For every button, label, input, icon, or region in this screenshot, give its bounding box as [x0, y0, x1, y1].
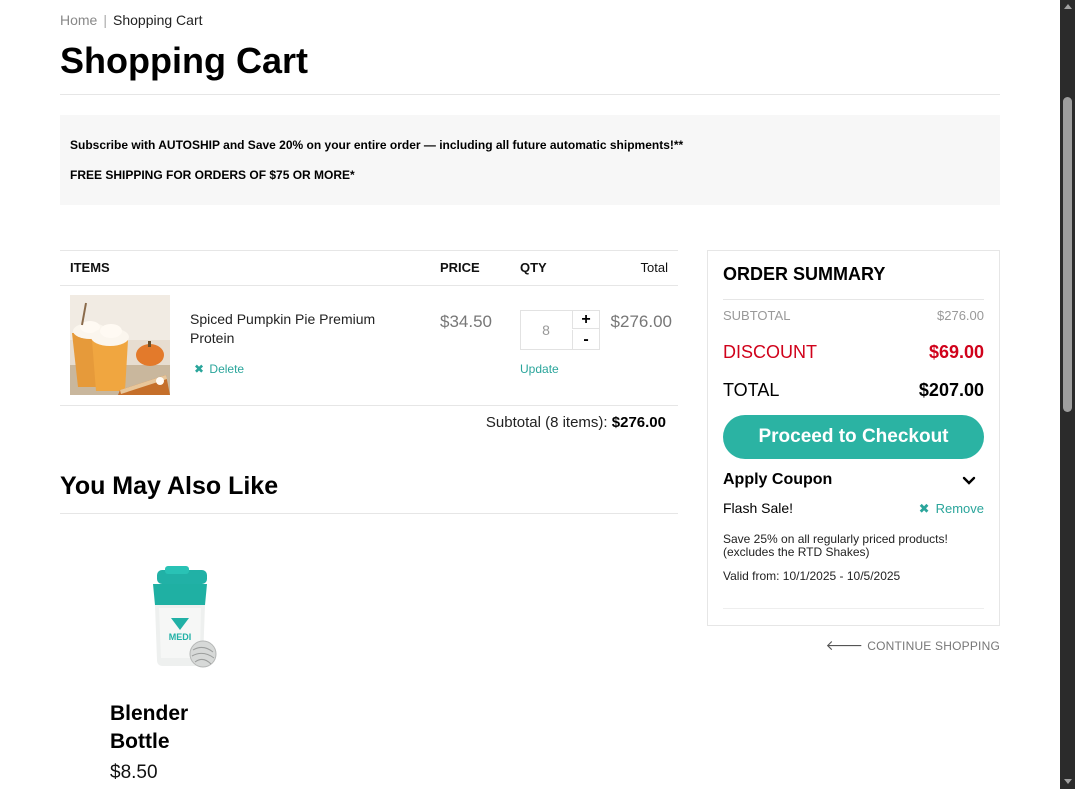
cart-row-divider	[60, 405, 678, 406]
chevron-down-icon	[962, 476, 976, 485]
continue-shopping-label: CONTINUE SHOPPING	[867, 639, 1000, 653]
title-divider	[60, 94, 1000, 95]
cart-subtotal: Subtotal (8 items): $276.00	[486, 414, 666, 431]
quantity-increment-button[interactable]: +	[572, 311, 599, 329]
recommended-product-price: $8.50	[110, 762, 158, 783]
summary-subtotal-label: SUBTOTAL	[723, 308, 791, 323]
coupon-validity: Valid from: 10/1/2025 - 10/5/2025	[723, 569, 901, 583]
breadcrumb-separator: |	[103, 12, 107, 28]
quantity-input[interactable]	[521, 311, 571, 349]
header-price: PRICE	[440, 260, 480, 275]
applied-coupon-name: Flash Sale!	[723, 500, 794, 516]
apply-coupon-label: Apply Coupon	[723, 471, 833, 488]
bottle-logo-text: MEDI	[169, 632, 192, 642]
summary-bottom-divider	[723, 608, 984, 609]
delete-label: Delete	[209, 362, 245, 376]
free-shipping-text: FREE SHIPPING FOR ORDERS OF $75 OR MORE*	[70, 168, 355, 182]
scrollbar-thumb[interactable]	[1063, 97, 1072, 412]
recommended-product-image[interactable]: MEDI	[145, 560, 225, 675]
arrow-left-icon: 🡐	[825, 637, 864, 653]
scroll-down-arrow-icon[interactable]	[1064, 779, 1072, 784]
order-summary-panel: ORDER SUMMARY SUBTOTAL $276.00 DISCOUNT …	[707, 250, 1000, 626]
page-title: Shopping Cart	[60, 40, 308, 81]
quantity-stepper: + -	[520, 310, 600, 350]
product-thumbnail[interactable]	[70, 295, 170, 395]
delete-x-icon: ✖	[194, 362, 205, 376]
remove-coupon-button[interactable]: ✖ Remove	[919, 501, 984, 517]
recommendations-divider	[60, 513, 678, 514]
proceed-to-checkout-button[interactable]: Proceed to Checkout	[723, 415, 984, 459]
header-items: ITEMS	[70, 260, 110, 275]
apply-coupon-toggle[interactable]: Apply Coupon	[723, 471, 984, 493]
coupon-description: Save 25% on all regularly priced product…	[723, 532, 948, 559]
quantity-decrement-button[interactable]: -	[572, 330, 599, 349]
summary-discount-value: $69.00	[928, 342, 984, 362]
breadcrumb-current: Shopping Cart	[113, 12, 203, 28]
summary-subtotal-value: $276.00	[937, 308, 984, 323]
promo-banner: Subscribe with AUTOSHIP and Save 20% on …	[60, 115, 1000, 205]
recommendations-title: You May Also Like	[60, 472, 279, 500]
vertical-scrollbar[interactable]	[1060, 0, 1075, 789]
recommended-product-name[interactable]: Blender Bottle	[110, 700, 230, 756]
update-quantity-link[interactable]: Update	[520, 362, 559, 376]
cart-table-header: ITEMS PRICE QTY Total	[60, 250, 678, 286]
pumpkin-drink-image	[70, 295, 170, 395]
autoship-promo-text: Subscribe with AUTOSHIP and Save 20% on …	[70, 138, 684, 152]
cart-subtotal-value: $276.00	[611, 414, 666, 431]
summary-total-label: TOTAL	[723, 380, 780, 400]
summary-discount-label: DISCOUNT	[723, 342, 817, 362]
order-summary-title: ORDER SUMMARY	[723, 264, 886, 284]
remove-x-icon: ✖	[918, 501, 930, 516]
continue-shopping-link[interactable]: 🡐 CONTINUE SHOPPING	[826, 637, 1001, 654]
cart-item-name[interactable]: Spiced Pumpkin Pie Premium Protein	[190, 310, 400, 348]
cart-item-price: $34.50	[440, 312, 492, 331]
delete-item-button[interactable]: ✖ Delete	[194, 362, 244, 376]
remove-coupon-label: Remove	[935, 501, 984, 516]
header-total: Total	[640, 260, 668, 275]
cart-item-total: $276.00	[610, 312, 672, 331]
breadcrumb-home-link[interactable]: Home	[60, 12, 97, 28]
summary-divider	[723, 299, 984, 300]
header-qty: QTY	[520, 260, 547, 275]
breadcrumb: Home | Shopping Cart	[60, 12, 203, 28]
cart-subtotal-label: Subtotal (8 items):	[485, 414, 608, 431]
summary-total-value: $207.00	[918, 380, 984, 400]
scroll-up-arrow-icon[interactable]	[1064, 4, 1072, 9]
blender-bottle-image: MEDI	[153, 566, 217, 668]
